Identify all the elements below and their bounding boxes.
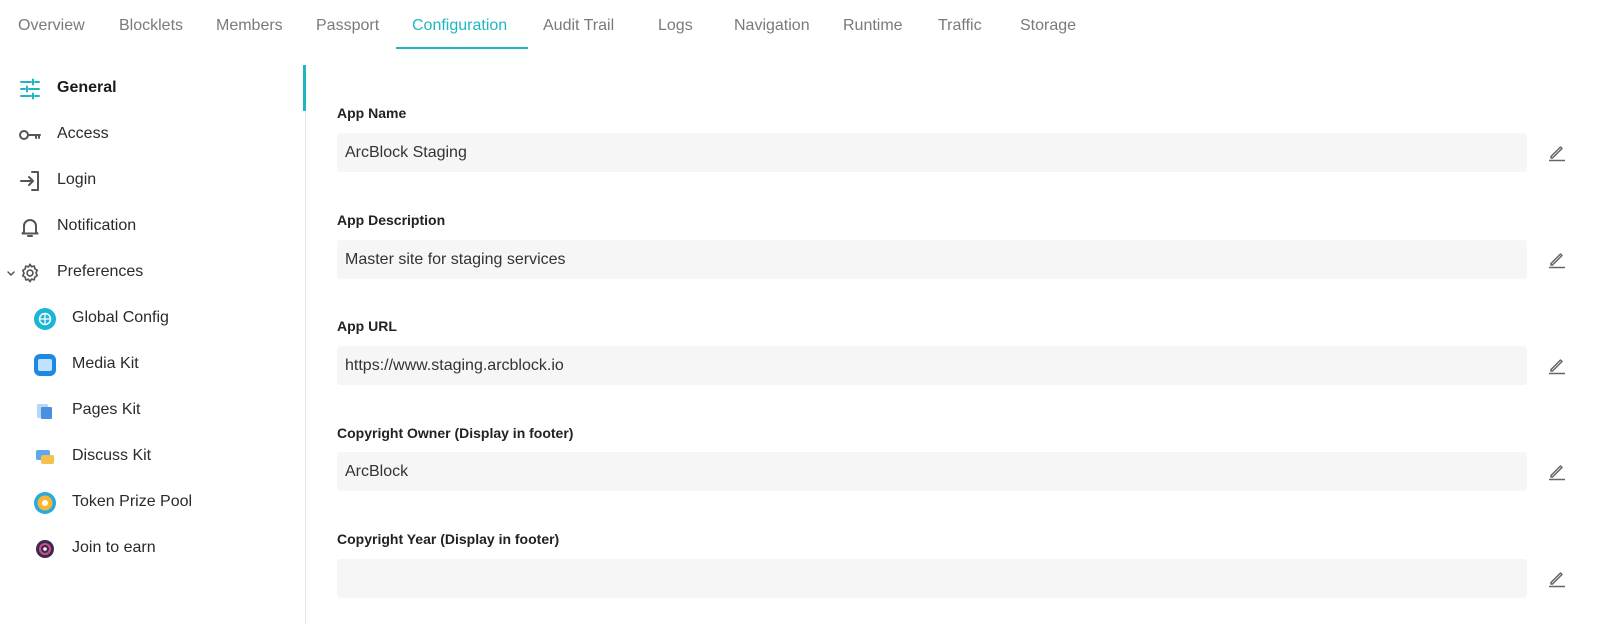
pencil-icon — [1549, 253, 1565, 269]
app-description-edit-button[interactable] — [1545, 247, 1569, 271]
tab-logs[interactable]: Logs — [658, 0, 693, 50]
copyright-year-edit-button[interactable] — [1545, 566, 1569, 590]
app-url-edit-button[interactable] — [1545, 353, 1569, 377]
pencil-icon — [1549, 146, 1565, 162]
media-kit-icon — [33, 353, 57, 377]
sidebar-item-label: Access — [57, 125, 109, 142]
tab-members[interactable]: Members — [216, 0, 283, 50]
sidebar-item-label: Notification — [57, 217, 137, 234]
copyright-owner-edit-button[interactable] — [1545, 459, 1569, 483]
copyright-owner-field[interactable]: ArcBlock — [337, 452, 1527, 491]
tab-passport[interactable]: Passport — [316, 0, 379, 50]
sidebar-item-login[interactable]: Login — [0, 157, 300, 203]
sidebar-item-label: Discuss Kit — [72, 447, 152, 464]
sidebar-active-indicator — [303, 65, 306, 111]
token-prize-pool-icon — [33, 491, 57, 515]
app-description-label: App Description — [337, 212, 446, 228]
sidebar-item-label: Pages Kit — [72, 401, 141, 418]
sidebar-item-label: Preferences — [57, 263, 144, 280]
pages-kit-icon — [33, 399, 57, 423]
app-description-value: Master site for staging services — [345, 251, 566, 268]
app-url-value: https://www.staging.arcblock.io — [345, 357, 564, 374]
sidebar-item-access[interactable]: Access — [0, 111, 300, 157]
sidebar-item-label: Token Prize Pool — [72, 493, 193, 510]
app-url-field[interactable]: https://www.staging.arcblock.io — [337, 346, 1527, 385]
sidebar-item-label: Join to earn — [72, 539, 156, 556]
tab-configuration[interactable]: Configuration — [412, 0, 507, 50]
global-config-icon — [33, 307, 57, 331]
sidebar-item-label: Global Config — [72, 309, 169, 326]
sliders-icon — [18, 77, 42, 101]
app-name-edit-button[interactable] — [1545, 140, 1569, 164]
app-name-label: App Name — [337, 105, 407, 121]
sidebar-item-token-prize-pool[interactable]: Token Prize Pool — [0, 479, 300, 525]
top-tab-bar: Overview Blocklets Members Passport Conf… — [0, 0, 1600, 50]
tab-navigation[interactable]: Navigation — [734, 0, 810, 50]
app-url-label: App URL — [337, 318, 397, 334]
sidebar-item-discuss-kit[interactable]: Discuss Kit — [0, 433, 300, 479]
pencil-icon — [1549, 465, 1565, 481]
chevron-down-icon[interactable] — [5, 266, 17, 278]
join-to-earn-icon — [33, 537, 57, 561]
discuss-kit-icon — [33, 445, 57, 469]
tab-overview[interactable]: Overview — [18, 0, 85, 50]
copyright-owner-label: Copyright Owner (Display in footer) — [337, 425, 574, 441]
sidebar-item-notification[interactable]: Notification — [0, 203, 300, 249]
app-name-field[interactable]: ArcBlock Staging — [337, 133, 1527, 172]
tab-audit-trail[interactable]: Audit Trail — [543, 0, 614, 50]
sidebar-item-global-config[interactable]: Global Config — [0, 295, 300, 341]
sidebar-item-media-kit[interactable]: Media Kit — [0, 341, 300, 387]
copyright-year-field[interactable] — [337, 559, 1527, 598]
copyright-year-label: Copyright Year (Display in footer) — [337, 531, 560, 547]
app-name-value: ArcBlock Staging — [345, 144, 467, 161]
pencil-icon — [1549, 359, 1565, 375]
copyright-owner-value: ArcBlock — [345, 463, 409, 480]
tab-blocklets[interactable]: Blocklets — [119, 0, 183, 50]
sidebar-item-join-to-earn[interactable]: Join to earn — [0, 525, 300, 571]
tab-runtime[interactable]: Runtime — [843, 0, 903, 50]
gear-icon — [18, 261, 42, 285]
active-tab-indicator — [396, 47, 528, 49]
login-icon — [18, 169, 42, 193]
key-icon — [18, 123, 42, 147]
tab-traffic[interactable]: Traffic — [938, 0, 982, 50]
app-description-field[interactable]: Master site for staging services — [337, 240, 1527, 279]
sidebar-item-preferences[interactable]: Preferences — [0, 249, 300, 295]
sidebar-item-label: Login — [57, 171, 97, 188]
sidebar-item-label: General — [57, 79, 117, 96]
tab-storage[interactable]: Storage — [1020, 0, 1076, 50]
pencil-icon — [1549, 572, 1565, 588]
sidebar-item-pages-kit[interactable]: Pages Kit — [0, 387, 300, 433]
sidebar-item-label: Media Kit — [72, 355, 139, 372]
sidebar-item-general[interactable]: General — [0, 65, 300, 111]
bell-icon — [18, 215, 42, 239]
